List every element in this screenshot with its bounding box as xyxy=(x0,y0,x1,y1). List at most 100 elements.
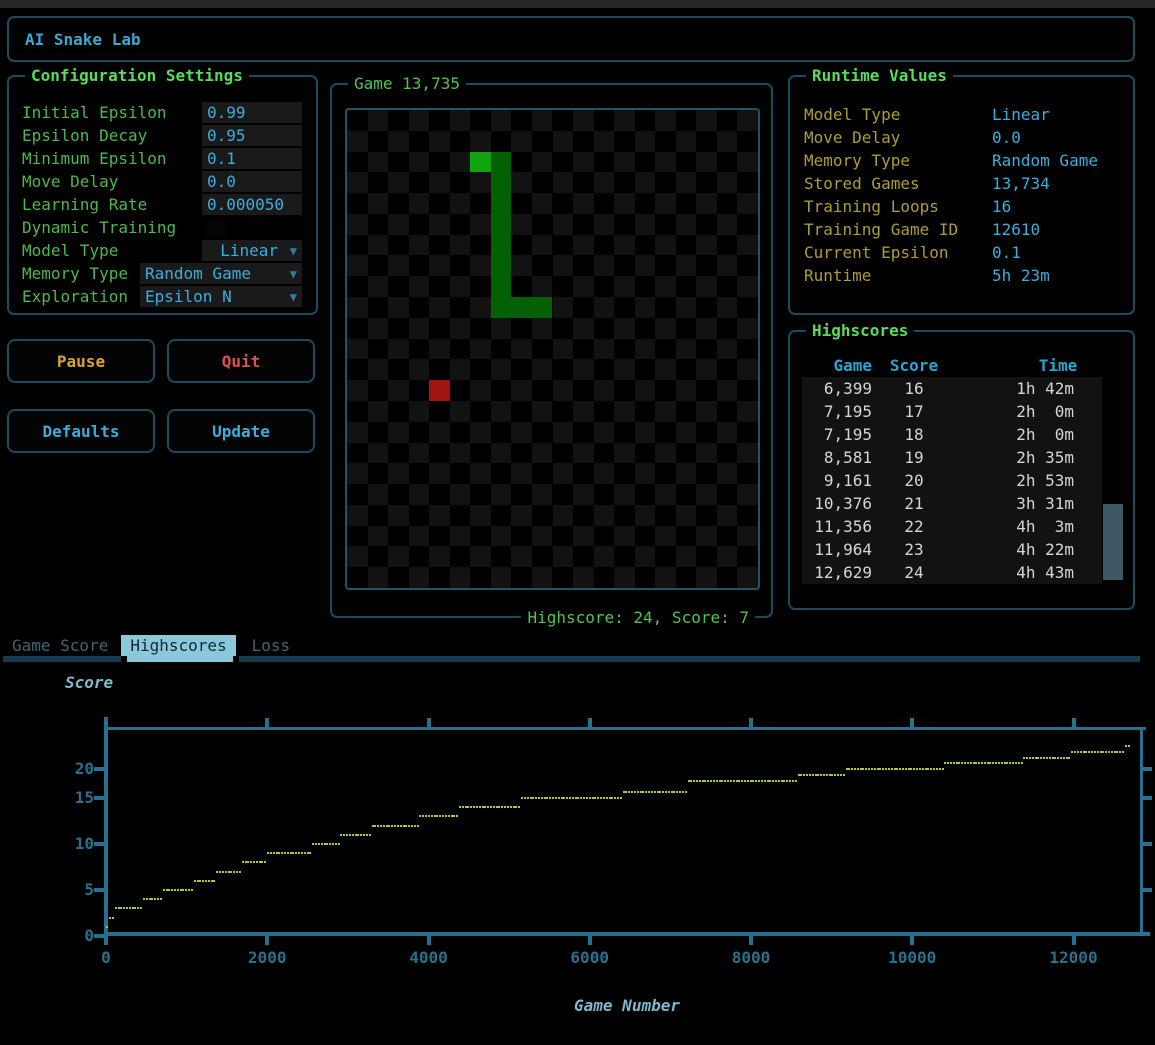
highscore-time: 2h 35m xyxy=(990,446,1102,469)
chart-data-dot xyxy=(657,791,659,793)
board-cell xyxy=(655,235,676,256)
board-cell xyxy=(388,318,409,339)
config-row-epsilon-decay: Epsilon Decay0.95 xyxy=(9,124,316,147)
highscores-table[interactable]: 6,399161h 42m7,195172h 0m7,195182h 0m8,5… xyxy=(802,377,1102,584)
board-cell xyxy=(450,463,471,484)
config-row-initial-epsilon: Initial Epsilon0.99 xyxy=(9,101,316,124)
chart-data-dot xyxy=(566,797,568,799)
board-cell xyxy=(511,422,532,443)
chart-data-dot xyxy=(1023,757,1025,759)
config-input-move-delay[interactable]: 0.0 xyxy=(202,171,302,192)
chart-data-dot xyxy=(831,774,833,776)
chart-data-dot xyxy=(623,791,625,793)
board-cell xyxy=(655,214,676,235)
board-cell xyxy=(676,235,697,256)
board-cell xyxy=(388,443,409,464)
board-cell xyxy=(409,443,430,464)
chart-data-dot xyxy=(191,889,193,891)
board-cell xyxy=(532,526,553,547)
chart-data-dot xyxy=(276,852,278,854)
board-cell xyxy=(429,110,450,131)
chart-data-dot xyxy=(453,815,455,817)
board-cell xyxy=(470,401,491,422)
pause-button[interactable]: Pause xyxy=(7,339,155,383)
config-input-learning-rate[interactable]: 0.000050 xyxy=(202,194,302,215)
update-button[interactable]: Update xyxy=(167,409,315,453)
chart-data-dot xyxy=(775,780,777,782)
chart-data-dot xyxy=(1032,757,1034,759)
config-select-model-type[interactable]: Linear▼ xyxy=(202,240,302,261)
tab-game-score[interactable]: Game Score xyxy=(12,635,108,656)
config-label-memory-type: Memory Type xyxy=(22,262,128,285)
board-cell xyxy=(470,214,491,235)
board-cell xyxy=(676,255,697,276)
board-cell xyxy=(388,193,409,214)
y-tick-label: 10 xyxy=(40,833,94,855)
highscore-game: 9,161 xyxy=(802,469,872,492)
chart-data-dot xyxy=(877,768,879,770)
board-cell xyxy=(614,318,635,339)
chart-data-dot xyxy=(112,917,114,919)
chart-data-dot xyxy=(154,898,156,900)
chart-data-dot xyxy=(343,834,345,836)
board-cell xyxy=(429,235,450,256)
chart-data-dot xyxy=(826,774,828,776)
y-tick-label: 15 xyxy=(40,787,94,809)
board-cell xyxy=(429,172,450,193)
quit-button[interactable]: Quit xyxy=(167,339,315,383)
board-cell xyxy=(347,422,368,443)
tab-highscores[interactable]: Highscores xyxy=(121,635,235,656)
highscores-scrollbar-thumb[interactable] xyxy=(1103,504,1123,580)
highscore-row: 11,356224h 3m xyxy=(802,515,1102,538)
board-cell xyxy=(655,318,676,339)
board-cell xyxy=(696,193,717,214)
board-cell xyxy=(614,297,635,318)
board-cell xyxy=(573,172,594,193)
board-cell xyxy=(409,339,430,360)
chart-data-dot xyxy=(521,797,523,799)
config-select-exploration[interactable]: Epsilon N▼ xyxy=(140,286,302,307)
chart-data-dot xyxy=(908,768,910,770)
board-cell xyxy=(717,131,738,152)
board-cell xyxy=(696,380,717,401)
config-input-minimum-epsilon[interactable]: 0.1 xyxy=(202,148,302,169)
board-cell xyxy=(429,546,450,567)
chart-data-dot xyxy=(335,843,337,845)
chart-data-dot xyxy=(1035,757,1037,759)
game-board xyxy=(347,110,758,588)
board-cell xyxy=(594,567,615,588)
board-cell xyxy=(737,131,758,152)
defaults-button[interactable]: Defaults xyxy=(7,409,155,453)
chart-data-dot xyxy=(377,825,379,827)
highscore-time: 2h 53m xyxy=(990,469,1102,492)
board-cell xyxy=(737,152,758,173)
board-cell xyxy=(511,255,532,276)
board-cell xyxy=(573,339,594,360)
chart-data-dot xyxy=(558,797,560,799)
board-cell xyxy=(553,214,574,235)
config-row-minimum-epsilon: Minimum Epsilon0.1 xyxy=(9,147,316,170)
tab-loss[interactable]: Loss xyxy=(252,635,291,656)
board-cell xyxy=(347,463,368,484)
config-checkbox-dynamic-training[interactable] xyxy=(205,218,227,237)
runtime-value-stored-games: 13,734 xyxy=(992,172,1050,195)
config-input-epsilon-decay[interactable]: 0.95 xyxy=(202,125,302,146)
highscore-game: 7,195 xyxy=(802,423,872,446)
board-cell xyxy=(614,380,635,401)
chart-data-dot xyxy=(372,825,374,827)
config-select-value-exploration: Epsilon N xyxy=(145,286,232,307)
config-select-memory-type[interactable]: Random Game▼ xyxy=(140,263,302,284)
board-cell xyxy=(594,172,615,193)
chart-data-dot xyxy=(707,780,709,782)
board-cell xyxy=(409,172,430,193)
board-cell xyxy=(368,505,389,526)
chart-data-dot xyxy=(541,797,543,799)
board-cell xyxy=(696,567,717,588)
config-input-initial-epsilon[interactable]: 0.99 xyxy=(202,102,302,123)
chart-data-dot xyxy=(592,797,594,799)
chart-data-dot xyxy=(679,791,681,793)
board-cell xyxy=(696,443,717,464)
chart-data-dot xyxy=(905,768,907,770)
chart-data-dot xyxy=(798,774,800,776)
board-cell xyxy=(635,484,656,505)
